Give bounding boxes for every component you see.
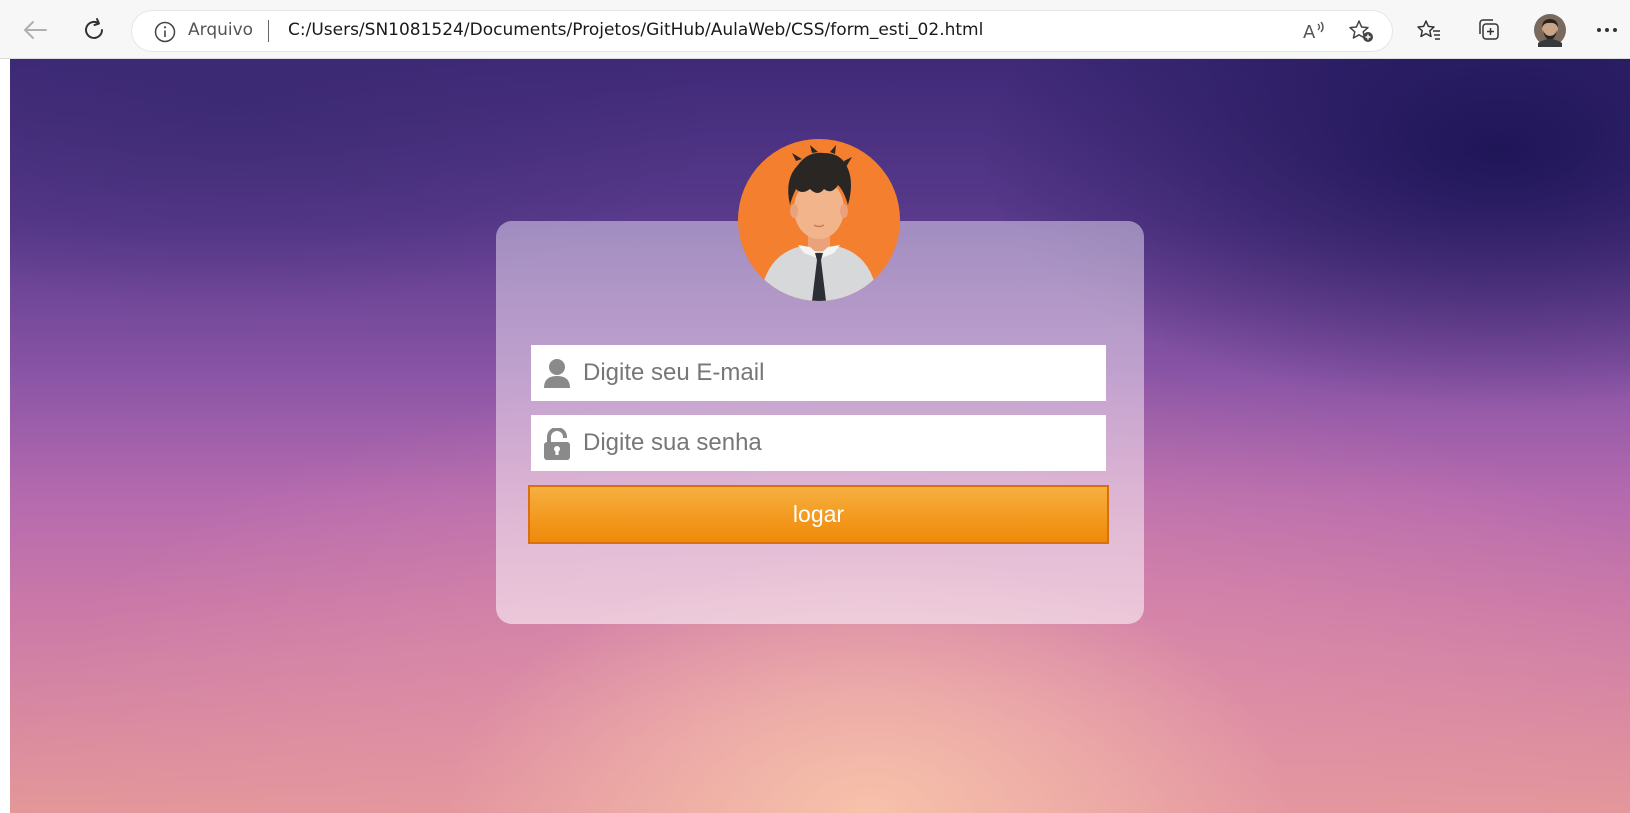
more-options-icon bbox=[1597, 28, 1617, 32]
add-favorite-icon[interactable] bbox=[1348, 19, 1376, 45]
padlock-icon bbox=[544, 428, 570, 460]
email-input[interactable] bbox=[583, 345, 1093, 401]
address-separator bbox=[268, 20, 269, 42]
profile-button[interactable] bbox=[1531, 11, 1569, 49]
address-bar[interactable]: Arquivo C:/Users/SN1081524/Documents/Pro… bbox=[132, 11, 1392, 51]
more-options-button[interactable] bbox=[1588, 11, 1626, 49]
login-button[interactable]: logar bbox=[528, 485, 1109, 544]
browser-toolbar: Arquivo C:/Users/SN1081524/Documents/Pro… bbox=[0, 0, 1630, 59]
svg-text:A: A bbox=[1303, 22, 1316, 43]
collections-button[interactable] bbox=[1470, 11, 1508, 49]
page-background: logar bbox=[10, 59, 1630, 813]
user-avatar bbox=[738, 139, 900, 301]
collections-icon bbox=[1479, 19, 1499, 40]
site-info-label[interactable]: Arquivo bbox=[188, 20, 253, 40]
user-avatar-icon bbox=[738, 139, 900, 301]
password-input[interactable] bbox=[583, 415, 1093, 471]
info-icon[interactable] bbox=[154, 21, 176, 43]
password-field[interactable] bbox=[531, 415, 1106, 471]
read-aloud-icon[interactable]: A bbox=[1302, 19, 1328, 43]
back-button[interactable] bbox=[16, 11, 54, 49]
profile-avatar-icon bbox=[1534, 14, 1566, 47]
favorites-icon bbox=[1417, 20, 1440, 40]
refresh-icon bbox=[85, 18, 103, 39]
email-field[interactable] bbox=[531, 345, 1106, 401]
url-text[interactable]: C:/Users/SN1081524/Documents/Projetos/Gi… bbox=[288, 20, 983, 40]
favorites-button[interactable] bbox=[1410, 11, 1448, 49]
back-arrow-icon bbox=[24, 21, 47, 39]
user-icon bbox=[544, 359, 570, 388]
refresh-button[interactable] bbox=[75, 11, 113, 49]
